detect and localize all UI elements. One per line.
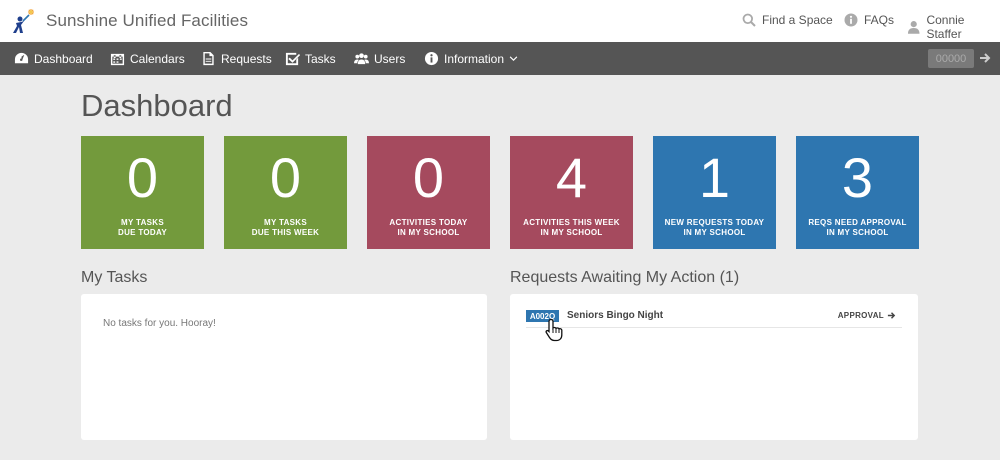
find-space-link[interactable]: Find a Space [742, 13, 833, 27]
tile-label: ACTIVITIES THIS WEEK IN MY SCHOOL [523, 218, 620, 237]
go-arrow-icon[interactable] [978, 51, 992, 65]
tile-activities-today[interactable]: 0 ACTIVITIES TODAY IN MY SCHOOL [367, 136, 490, 249]
chevron-down-icon [509, 56, 518, 61]
nav-calendars[interactable]: Calendars [110, 42, 185, 75]
nav-requests[interactable]: Requests [201, 42, 272, 75]
dashboard-icon [14, 52, 29, 64]
requests-awaiting-title: Requests Awaiting My Action (1) [510, 269, 740, 286]
nav-dashboard-label: Dashboard [34, 51, 93, 66]
calendar-icon [110, 53, 125, 66]
tile-reqs-need-approval[interactable]: 3 REQS NEED APPROVAL IN MY SCHOOL [796, 136, 919, 249]
tile-new-requests-today[interactable]: 1 NEW REQUESTS TODAY IN MY SCHOOL [653, 136, 776, 249]
my-tasks-title: My Tasks [81, 269, 148, 286]
arrow-right-icon [887, 312, 896, 319]
info-circle-icon [844, 13, 858, 27]
document-icon [203, 51, 214, 66]
tile-label: MY TASKS DUE THIS WEEK [251, 218, 320, 237]
tile-label: ACTIVITIES TODAY IN MY SCHOOL [389, 218, 468, 237]
request-name[interactable]: Seniors Bingo Night [567, 310, 663, 321]
empty-tasks-message: No tasks for you. Hooray! [103, 318, 216, 329]
top-bar: Sunshine Unified Facilities Find a Space… [0, 0, 1000, 42]
tile-value: 0 [126, 146, 159, 209]
info-icon [424, 51, 439, 66]
tile-label: NEW REQUESTS TODAY IN MY SCHOOL [664, 218, 765, 237]
request-row[interactable]: A002Q Seniors Bingo Night APPROVAL [526, 308, 902, 328]
user-menu[interactable]: Connie Staffer [907, 13, 1000, 41]
main-nav: Dashboard Calendars Requests Tasks Users… [0, 42, 1000, 75]
tile-value: 3 [841, 146, 874, 209]
users-icon [354, 53, 369, 65]
tile-label: MY TASKS DUE TODAY [118, 218, 167, 237]
tile-value: 4 [555, 146, 588, 209]
nav-tasks-label: Tasks [305, 51, 336, 66]
sunshine-logo-icon[interactable] [10, 6, 40, 36]
faqs-link[interactable]: FAQs [844, 13, 894, 27]
hand-pointer-cursor-icon [545, 318, 563, 342]
tile-my-tasks-week[interactable]: 0 MY TASKS DUE THIS WEEK [224, 136, 347, 249]
search-icon [742, 13, 756, 27]
app-name[interactable]: Sunshine Unified Facilities [46, 11, 248, 31]
find-space-label: Find a Space [762, 13, 833, 27]
tile-value: 0 [412, 146, 445, 209]
user-name: Connie Staffer [926, 13, 965, 41]
checkbox-icon [285, 52, 300, 66]
nav-calendars-label: Calendars [130, 51, 185, 66]
nav-tasks[interactable]: Tasks [285, 42, 336, 75]
tile-my-tasks-today[interactable]: 0 MY TASKS DUE TODAY [81, 136, 204, 249]
requests-panel: A002Q Seniors Bingo Night APPROVAL [510, 294, 918, 440]
tile-activities-week[interactable]: 4 ACTIVITIES THIS WEEK IN MY SCHOOL [510, 136, 633, 249]
faqs-label: FAQs [864, 13, 895, 27]
page-title: Dashboard [81, 88, 233, 123]
tile-value: 0 [269, 146, 302, 209]
nav-users-label: Users [374, 51, 406, 66]
tile-label: REQS NEED APPROVAL IN MY SCHOOL [808, 218, 907, 237]
my-tasks-panel: No tasks for you. Hooray! [81, 294, 487, 440]
nav-requests-label: Requests [221, 51, 272, 66]
approval-label: APPROVAL [837, 311, 884, 320]
nav-users[interactable]: Users [354, 42, 405, 75]
nav-dashboard[interactable]: Dashboard [14, 42, 93, 75]
user-icon [907, 21, 920, 34]
tile-value: 1 [698, 146, 731, 209]
nav-information-label: Information [444, 51, 505, 66]
request-number-input[interactable]: 00000 [928, 49, 974, 68]
nav-information[interactable]: Information [424, 42, 518, 75]
approval-link[interactable]: APPROVAL [838, 311, 896, 320]
